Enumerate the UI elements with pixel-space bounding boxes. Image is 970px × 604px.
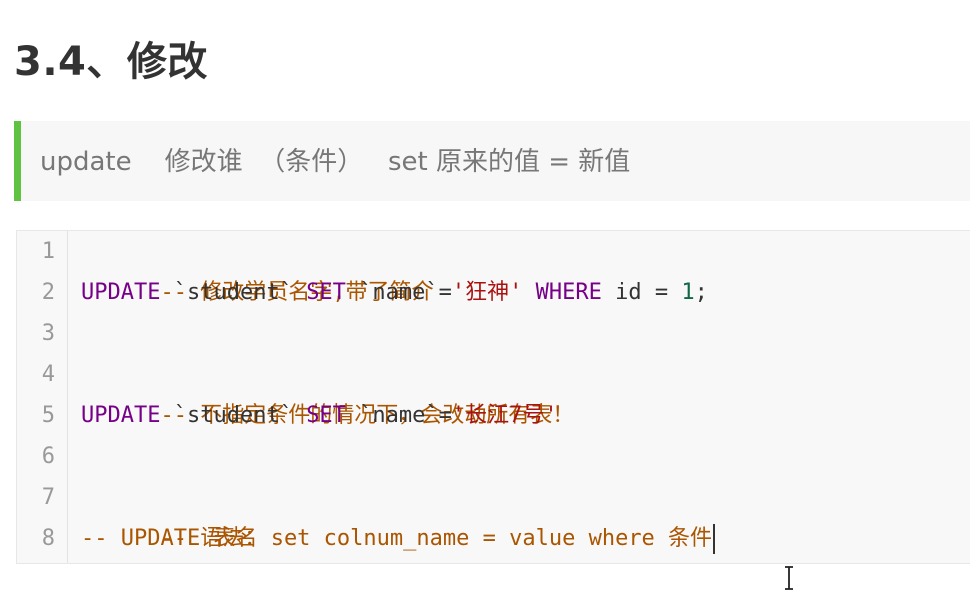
line-number: 7 <box>41 485 55 510</box>
document-page: 3.4、修改 update 修改谁 （条件） set 原来的值 = 新值 1 2… <box>0 0 970 604</box>
line-number: 3 <box>41 321 55 346</box>
sql-string: '长江7号' <box>451 403 558 428</box>
line-number: 2 <box>41 280 55 305</box>
line-number: 4 <box>41 362 55 387</box>
sql-string: '狂神' <box>451 280 523 305</box>
section-heading: 3.4、修改 <box>14 39 208 85</box>
sql-keyword: WHERE <box>535 280 602 305</box>
line-number: 6 <box>41 444 55 469</box>
code-text: id = <box>601 280 682 305</box>
code-text: `student` <box>160 403 307 428</box>
line-number-gutter: 1 2 3 4 5 6 7 8 <box>17 231 68 563</box>
blockquote-text: update 修改谁 （条件） set 原来的值 = 新值 <box>40 147 631 177</box>
code-line-5: UPDATE `student` SET `name`='长江7号' <box>81 395 558 436</box>
line-number: 1 <box>41 239 55 264</box>
line-number: 8 <box>41 526 55 551</box>
sql-keyword: SET <box>306 280 346 305</box>
code-line-2: UPDATE `student` SET `name`='狂神' WHERE i… <box>81 272 708 313</box>
code-text: `name`= <box>345 280 452 305</box>
code-text: `name`= <box>345 403 452 428</box>
sql-keyword: UPDATE <box>81 403 161 428</box>
text-cursor <box>713 524 716 554</box>
code-text: ; <box>694 280 708 305</box>
ibeam-cursor-icon <box>785 566 793 590</box>
sql-keyword: SET <box>306 403 346 428</box>
code-line-8: -- UPDATE 表名 set colnum_name = value whe… <box>81 518 716 559</box>
syntax-blockquote: update 修改谁 （条件） set 原来的值 = 新值 <box>14 121 970 201</box>
sql-number: 1 <box>681 280 695 305</box>
code-comment: -- UPDATE 表名 set colnum_name = value whe… <box>81 526 713 551</box>
line-number: 5 <box>41 403 55 428</box>
code-text: `student` <box>160 280 307 305</box>
sql-keyword: UPDATE <box>81 280 161 305</box>
code-block[interactable]: 1 2 3 4 5 6 7 8 -- 修改学员名字,带了简介 UPDATE `s… <box>16 230 970 564</box>
